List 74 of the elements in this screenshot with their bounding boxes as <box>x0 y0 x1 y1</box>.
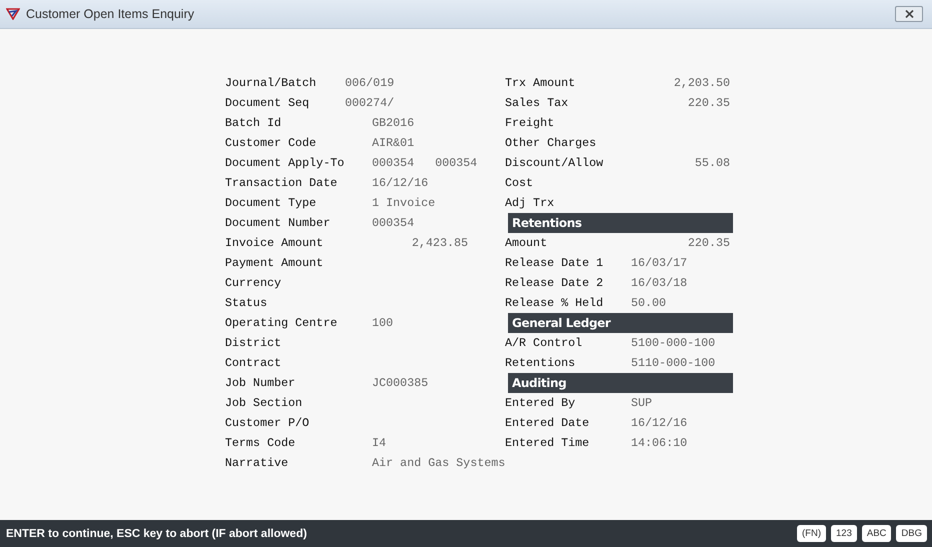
field-value: 16/12/16 <box>372 176 428 190</box>
field-label: Customer P/O <box>225 416 310 430</box>
mode-button[interactable]: 123 <box>831 525 857 542</box>
field-label: Release Date 1 <box>505 256 604 270</box>
section-header: Retentions <box>508 213 733 233</box>
field-label: Operating Centre <box>225 316 338 330</box>
field-value: 1 Invoice <box>372 196 436 210</box>
field-value: AIR&01 <box>372 136 414 150</box>
field-value: 220.35 <box>686 236 731 250</box>
field-label: Adj Trx <box>505 196 556 210</box>
window-title: Customer Open Items Enquiry <box>26 7 196 21</box>
field-label: Document Type <box>225 196 318 210</box>
field-value: 000354 <box>435 156 478 170</box>
field-value: 220.35 <box>686 96 731 110</box>
field-label: Journal/Batch <box>225 76 318 90</box>
mode-button[interactable]: ABC <box>862 525 892 542</box>
field-value: JC000385 <box>372 376 428 390</box>
field-label: Document Apply-To <box>225 156 346 170</box>
mode-button[interactable]: DBG <box>896 525 927 542</box>
field-label: Terms Code <box>225 436 296 450</box>
status-message: ENTER to continue, ESC key to abort (IF abort allowed) <box>6 528 307 540</box>
field-value: 16/03/18 <box>631 276 688 290</box>
section-header: Auditing <box>508 373 733 393</box>
field-label: Batch Id <box>225 116 282 130</box>
field-label: Cost <box>505 176 534 190</box>
field-label: Document Number <box>225 216 332 230</box>
field-label: Status <box>225 296 268 310</box>
field-value: 000354 <box>372 156 414 170</box>
field-value: 16/03/17 <box>631 256 688 270</box>
field-value: 000274/ <box>345 96 394 110</box>
field-label: Customer Code <box>225 136 318 150</box>
field-value: 5110-000-100 <box>631 356 716 370</box>
field-label: Entered Date <box>505 416 590 430</box>
field-value: 2,423.85 <box>410 236 468 250</box>
field-label: Amount <box>505 236 548 250</box>
field-value: 5100-000-100 <box>631 336 716 350</box>
field-value: 14:06:10 <box>631 436 688 450</box>
field-value: 2,203.50 <box>672 76 731 90</box>
field-label: Contract <box>225 356 282 370</box>
field-label: Job Section <box>225 396 304 410</box>
section-header: General Ledger <box>508 313 733 333</box>
close-button[interactable] <box>895 6 923 22</box>
field-value: 16/12/16 <box>631 416 688 430</box>
field-value: I4 <box>372 436 386 450</box>
mode-button[interactable]: (FN) <box>797 525 826 542</box>
field-label: Currency <box>225 276 282 290</box>
field-label: Transaction Date <box>225 176 338 190</box>
field-label: Freight <box>505 116 556 130</box>
close-icon <box>904 10 914 18</box>
field-label: Release Date 2 <box>505 276 604 290</box>
field-label: Payment Amount <box>225 256 324 270</box>
field-value: 100 <box>372 316 394 330</box>
field-label: Release % Held <box>505 296 604 310</box>
field-value: 000354 <box>372 216 414 230</box>
field-value: Air and Gas Systems <box>372 456 506 470</box>
field-value: 50.00 <box>631 296 666 310</box>
field-label: A/R Control <box>505 336 584 350</box>
field-label: Sales Tax <box>505 96 570 110</box>
field-label: Entered By <box>505 396 576 410</box>
field-label: Narrative <box>225 456 290 470</box>
app-logo-icon <box>6 8 20 20</box>
field-label: District <box>225 336 282 350</box>
field-value: 006/019 <box>345 76 394 90</box>
field-value: 55.08 <box>694 156 731 170</box>
field-value: GB2016 <box>372 116 414 130</box>
field-label: Trx Amount <box>505 76 576 90</box>
field-label: Retentions <box>505 356 576 370</box>
field-label: Invoice Amount <box>225 236 324 250</box>
field-label: Other Charges <box>505 136 598 150</box>
field-label: Job Number <box>225 376 296 390</box>
field-label: Discount/Allow <box>505 156 604 170</box>
field-label: Document Seq <box>225 96 310 110</box>
field-value: SUP <box>631 396 652 410</box>
field-label: Entered Time <box>505 436 590 450</box>
